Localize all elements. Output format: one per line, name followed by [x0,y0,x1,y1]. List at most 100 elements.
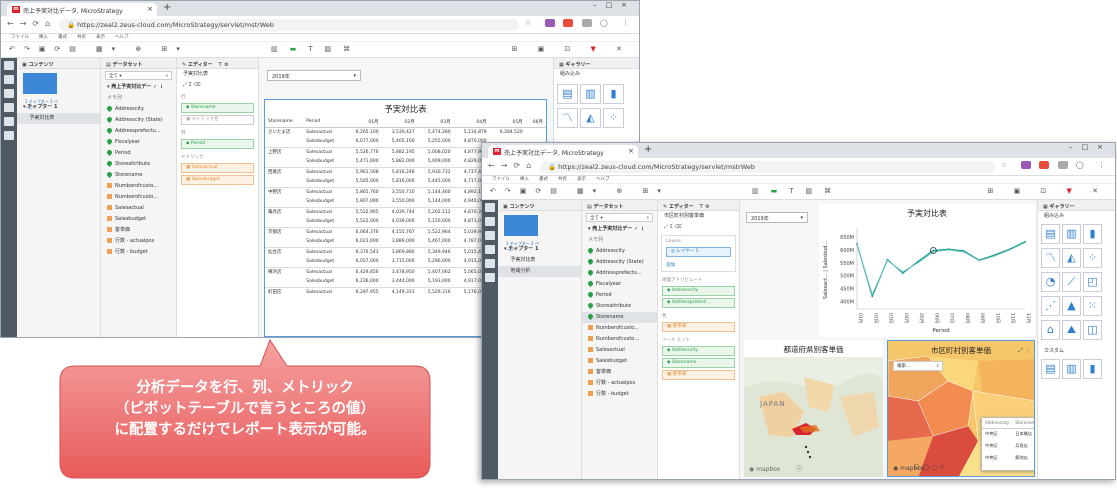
table-header[interactable]: 03月 [417,117,454,128]
menu-format[interactable]: 書式 [58,35,67,40]
dataset-item[interactable]: 客単価 [101,225,176,236]
gallery-viz-option[interactable]: ◫ [1083,320,1102,340]
menu-format-2[interactable]: 書式 [539,177,548,182]
menu-share-2[interactable]: 共有 [558,177,567,182]
gallery-viz-option[interactable]: ◔ [1041,272,1060,292]
gallery-viz-option[interactable]: ⋰ [1041,296,1060,316]
editor-tools[interactable]: ⤢ Σ ⌫ [177,80,258,91]
gallery-viz-option[interactable]: ▤ [1041,359,1060,379]
rail-editor-icon[interactable] [4,89,14,98]
year-filter[interactable]: 2019年 ▾ [267,70,361,81]
toolbar-insert-icons-2[interactable]: ▥▬T▨⌘ [752,187,843,195]
dataset-item[interactable]: Addresscity (State) [101,115,176,126]
editor-tools-2[interactable]: ⤢ Σ ⌫ [658,222,739,233]
toolbar-insert-icons[interactable]: ▥▬T▨⌘ [271,45,362,53]
menu-file-2[interactable]: ファイル [492,177,510,182]
gallery-viz-option[interactable]: ▥ [1062,224,1081,244]
rail-format-icon[interactable] [4,117,14,126]
map-tool-icons[interactable]: ☐◯◻⌾ [914,464,947,472]
gallery-viz-option[interactable]: ▤ [557,84,578,104]
menu-view-2[interactable]: 表示 [577,177,586,182]
menu-insert-2[interactable]: 挿入 [520,177,529,182]
page-item-1b[interactable]: 予実対比表 [498,255,581,266]
page-item-1[interactable]: 予実対比表 [17,113,100,124]
geo-drop-pref[interactable]: ◆ Addressprefect... [662,298,735,308]
tooltip-drop-store[interactable]: ◆ Storename [662,358,735,368]
menu-file[interactable]: ファイル [11,35,29,40]
tooltip-drop-city[interactable]: ◆ Addresscity [662,346,735,356]
geo-drop-city[interactable]: ◆ Addresscity [662,286,735,296]
gallery-viz-option[interactable]: ⁙ [1083,296,1102,316]
rail-contents-icon-2[interactable] [485,203,495,212]
url-field-2[interactable]: 🔒 https://zeal2.zeus-cloud.com/MicroStra… [540,161,995,173]
menu-view[interactable]: 表示 [96,35,105,40]
toolbar-right-icons[interactable]: ☆ ◯ ⋮ [525,19,635,27]
rail-format-icon-2[interactable] [485,259,495,268]
menu-help[interactable]: ヘルプ [115,35,129,40]
toolbar-left-icons-2[interactable]: ↶↷▣⟳▤ ▦▾ ⊕ ⊞▾ [490,187,670,195]
close-tab-icon-2[interactable]: × [628,147,634,155]
layer-item[interactable]: ◎ レイヤー 1 [666,247,731,257]
dataset-item[interactable]: Storename [582,312,657,323]
browser-window-front[interactable]: m 売上予実対比データ, MicroStrategy × + –□× ←→⟳⌂ … [481,142,1116,480]
new-tab-icon[interactable]: + [163,2,171,13]
metric-drop-salesactual[interactable]: ▦ Salesactual [181,163,254,173]
dataset-item[interactable]: Salesactual [101,203,176,214]
nav-icons[interactable]: ←→⟳⌂ [7,19,56,28]
dataset-item[interactable]: Addressprefectu... [101,126,176,137]
toolbar-right-icons-2b[interactable]: ⊞ ▣ ⊡ ▼ ✕ [987,187,1107,195]
gallery-viz-option[interactable]: ▮ [1083,359,1102,379]
dataset-item[interactable]: Addresscity [101,104,176,115]
table-header[interactable]: 01月 [345,117,382,128]
dataset-item[interactable]: Storeattribute [582,301,657,312]
menu-share[interactable]: 共有 [77,35,86,40]
column-drop-period[interactable]: ◆ Period [181,139,254,149]
window-controls-2[interactable]: –□× [1069,143,1112,151]
add-layer-link[interactable]: 追加 [662,259,735,269]
gallery-viz-option[interactable]: ◭ [580,108,601,128]
dataset-filter[interactable]: 全て ▾ ⌕ [105,71,172,80]
rail-filter-icon-2[interactable] [485,245,495,254]
dataset-item[interactable]: Storename [101,170,176,181]
map-zoom-controls[interactable]: ⤢ ⋮ [1018,347,1031,355]
gallery-viz-option[interactable]: ▥ [1062,359,1081,379]
gallery-viz-option[interactable]: ▮ [1083,224,1102,244]
toolbar-right-icons[interactable]: ⊞ ▣ ⊡ ▼ ✕ [511,45,631,53]
map-search-input[interactable]: 検索... ⌕ [893,361,943,371]
table-header[interactable]: Period [303,117,346,128]
dataset-item[interactable]: Addresscity (State) [582,257,657,268]
dataset-name[interactable]: ▾ 売上予実対比デー ✓ ⋮ [101,82,176,93]
rail-filter-icon[interactable] [4,103,14,112]
gallery-viz-option[interactable]: ▮ [603,84,624,104]
rail-dataset-icon[interactable] [4,75,14,84]
gallery-viz-option[interactable]: ◰ [1083,272,1102,292]
row-drop-storename[interactable]: ◆ Storename [181,103,254,113]
table-header[interactable]: 04月 [453,117,490,128]
dataset-item[interactable]: Numberofcusto... [101,181,176,192]
dataset-item[interactable]: Salesbudget [582,356,657,367]
map-city-panel[interactable]: 市区町村別客単価 検索...⌕ ⤢ ⋮ AddresscityStorename… [887,340,1035,477]
close-tab-icon[interactable]: × [147,5,153,13]
gallery-viz-option[interactable]: 〽 [1041,248,1060,268]
table-header[interactable]: 05月 [489,117,526,128]
rail-dataset-icon-2[interactable] [485,217,495,226]
url-field[interactable]: 🔒 https://zeal2.zeus-cloud.com/MicroStra… [59,19,519,31]
page-item-2[interactable]: 地域分析 [498,266,581,277]
dataset-item[interactable]: 客単価 [582,367,657,378]
info-icon[interactable]: ⓘ [796,464,802,473]
dataset-item[interactable]: Period [101,148,176,159]
browser-tab[interactable]: m 売上予実対比データ, MicroStrategy × [7,3,157,16]
browser-tab-2[interactable]: m 売上予実対比データ, MicroStrategy × [488,145,638,158]
table-header[interactable]: 06月 [525,117,546,128]
year-filter-2[interactable]: 2019年 ▾ [746,212,808,223]
dataset-item[interactable]: Addressprefectu... [582,268,657,279]
dataset-item[interactable]: Period [582,290,657,301]
gallery-viz-option[interactable]: ▤ [1041,224,1060,244]
new-tab-icon-2[interactable]: + [644,144,652,155]
dataset-name-2[interactable]: ▾ 売上予実対比デー ✓ ⋮ [582,224,657,235]
rail-contents-icon[interactable] [4,61,14,70]
gallery-viz-option[interactable]: ⟋ [1062,272,1081,292]
gallery-viz-option[interactable]: ⌂ [1041,320,1060,340]
gallery-viz-option[interactable]: ▲ [1062,296,1081,316]
table-header[interactable]: 02月 [381,117,418,128]
